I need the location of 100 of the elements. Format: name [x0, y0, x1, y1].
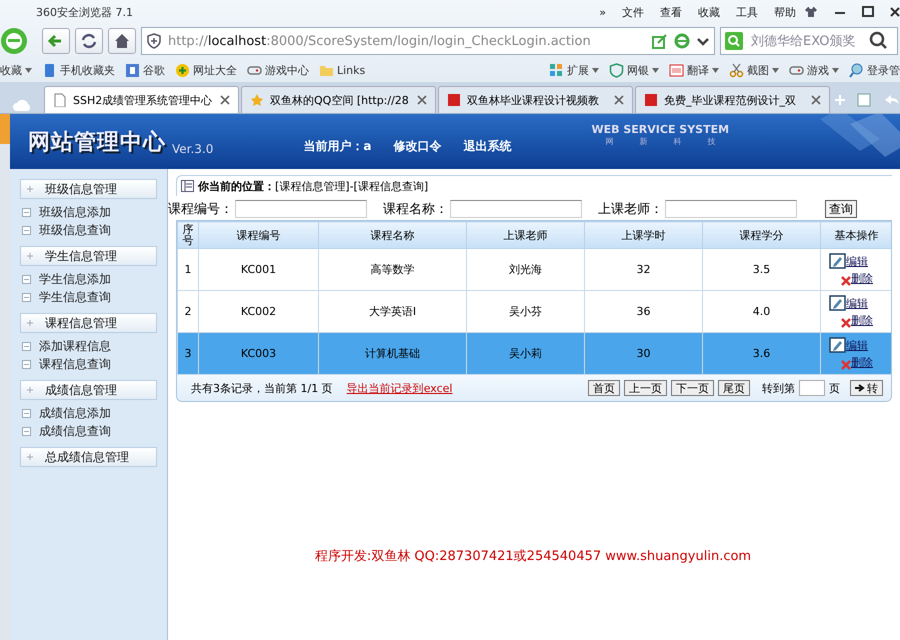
menu-item[interactable]: 班级信息添加 [39, 204, 111, 220]
square-icon [447, 93, 461, 107]
arrow-icon [855, 384, 865, 392]
edit-icon[interactable] [829, 337, 846, 353]
bookmark[interactable]: 游戏 [807, 62, 829, 78]
menu-item[interactable]: 成绩信息添加 [39, 404, 111, 422]
menu-item[interactable]: 学生信息添加 [39, 270, 111, 288]
search-field[interactable]: 刘德华给EXO颁奖 [720, 27, 898, 55]
menu-group[interactable]: 班级信息管理 [20, 179, 157, 199]
close-tab-icon[interactable] [220, 95, 230, 105]
menu-item[interactable]: 班级信息查询 [39, 222, 111, 238]
menu-item[interactable]: 工具 [736, 4, 758, 20]
record-summary: 共有3条记录，当前第 1/1 页 [191, 380, 333, 396]
bookmark[interactable]: 扩展 [567, 62, 589, 78]
browser-tab[interactable]: 双鱼林毕业课程设计视频教 [438, 86, 633, 113]
column-header: 序号 [178, 222, 198, 248]
menu-group[interactable]: 课程信息管理 [20, 313, 157, 333]
column-header: 上课学时 [584, 222, 702, 248]
dropdown-caret-icon[interactable] [832, 68, 839, 72]
dropdown-caret-icon[interactable] [772, 68, 779, 72]
site-title: 网站管理中心 [28, 128, 166, 156]
close-tab-icon[interactable] [811, 95, 821, 105]
browser-tab[interactable]: SSH2成绩管理系统管理中心 [44, 86, 239, 113]
delete-link[interactable]: 删除 [851, 313, 873, 328]
filter-input[interactable] [665, 200, 797, 218]
browser-tab[interactable]: 免费_毕业课程范例设计_双 [635, 86, 830, 113]
goto-label: 转到第 [762, 380, 795, 396]
bookmark[interactable]: 网银 [627, 62, 649, 78]
go-button[interactable]: 转 [850, 380, 883, 396]
brand-subtitle: 网 [605, 136, 614, 146]
grid-icon [549, 62, 564, 78]
bookmark[interactable]: 游戏中心 [265, 62, 309, 78]
bookmark[interactable]: 网址大全 [193, 62, 237, 78]
menu-item[interactable]: 收藏 [698, 4, 720, 20]
address-bar[interactable]: http://localhost:8000/ScoreSystem/login/login_CheckLogin.action [141, 27, 715, 55]
refresh-button[interactable] [75, 28, 103, 54]
bookmark[interactable]: 谷歌 [143, 62, 165, 78]
menu-item[interactable]: 文件 [622, 4, 644, 20]
table-row[interactable]: 2 KC002 大学英语I 吴小芬 36 4.0 编辑 删除 [178, 290, 891, 332]
back-button[interactable] [42, 28, 70, 54]
menu-item[interactable]: 成绩信息查询 [39, 422, 111, 440]
table-row[interactable]: 1 KC001 高等数学 刘光海 32 3.5 编辑 删除 [178, 248, 891, 290]
menu-item[interactable]: 学生信息查询 [39, 288, 111, 306]
menu-group[interactable]: 总成绩信息管理 [20, 447, 157, 467]
browser-logo-icon [0, 25, 28, 57]
more-menu[interactable]: » [599, 6, 606, 18]
page-input[interactable] [799, 380, 825, 396]
edit-link[interactable]: 编辑 [846, 338, 868, 353]
menu-item[interactable]: 查看 [660, 4, 682, 20]
close-icon[interactable] [890, 6, 900, 18]
search-button[interactable]: 查询 [825, 200, 857, 218]
list-item-icon [22, 360, 31, 368]
bookmark[interactable]: 手机收藏夹 [60, 62, 115, 78]
shirt-icon[interactable] [804, 6, 818, 18]
pager-button[interactable]: 尾页 [718, 380, 750, 396]
edit-icon[interactable] [829, 253, 846, 269]
export-link[interactable]: 导出当前记录到excel [346, 380, 452, 396]
filter-input[interactable] [450, 200, 582, 218]
browser-tab[interactable]: 双鱼林的QQ空间 [http://28 [241, 86, 436, 113]
pager-button[interactable]: 上一页 [624, 380, 667, 396]
menu-item[interactable]: 帮助 [774, 4, 796, 20]
dropdown-caret-icon[interactable] [712, 68, 719, 72]
menu-group[interactable]: 成绩信息管理 [20, 380, 157, 400]
dropdown-caret-icon[interactable] [592, 68, 599, 72]
dropdown-caret-icon[interactable] [25, 68, 32, 72]
bookmark[interactable]: 登录管 [867, 62, 900, 78]
close-tab-icon[interactable] [614, 95, 624, 105]
bookmark[interactable]: 收藏 [0, 62, 22, 78]
menu-item[interactable]: 添加课程信息 [39, 338, 111, 354]
share-icon[interactable] [652, 33, 668, 49]
home-button[interactable] [108, 28, 136, 54]
pager-button[interactable]: 下一页 [671, 380, 714, 396]
menu-item[interactable]: 课程信息查询 [39, 356, 111, 372]
bookmark[interactable]: Links [337, 64, 366, 76]
pager-button[interactable]: 首页 [588, 380, 620, 396]
table-cell: 2 [184, 305, 192, 318]
table-cell: 3 [184, 347, 192, 360]
maximize-icon[interactable] [862, 6, 874, 18]
edit-link[interactable]: 编辑 [846, 254, 868, 269]
menu-group[interactable]: 学生信息管理 [20, 246, 157, 266]
table-row[interactable]: 3 KC003 计算机基础 吴小莉 30 3.6 编辑 删除 [178, 332, 891, 374]
delete-icon[interactable] [841, 318, 851, 328]
bookmark[interactable]: 翻译 [687, 62, 709, 78]
list-item-icon [22, 342, 31, 350]
browser-title: 360安全浏览器 7.1 [36, 4, 133, 20]
delete-icon[interactable] [841, 276, 851, 286]
list-item-icon [22, 274, 31, 284]
plus-icon [27, 454, 33, 460]
table-cell: 32 [636, 263, 650, 276]
close-tab-icon[interactable] [417, 95, 427, 105]
edit-icon[interactable] [829, 295, 846, 311]
header-link[interactable]: 修改口令 [394, 138, 442, 155]
dropdown-caret-icon[interactable] [652, 68, 659, 72]
delete-link[interactable]: 删除 [851, 355, 873, 370]
header-link[interactable]: 退出系统 [464, 138, 512, 155]
bookmark[interactable]: 截图 [747, 62, 769, 78]
filter-input[interactable] [235, 200, 367, 218]
edit-link[interactable]: 编辑 [846, 296, 868, 311]
url-text[interactable]: http://localhost:8000/ScoreSystem/login/login_CheckLogin.action [168, 34, 646, 48]
delete-link[interactable]: 删除 [851, 271, 873, 286]
